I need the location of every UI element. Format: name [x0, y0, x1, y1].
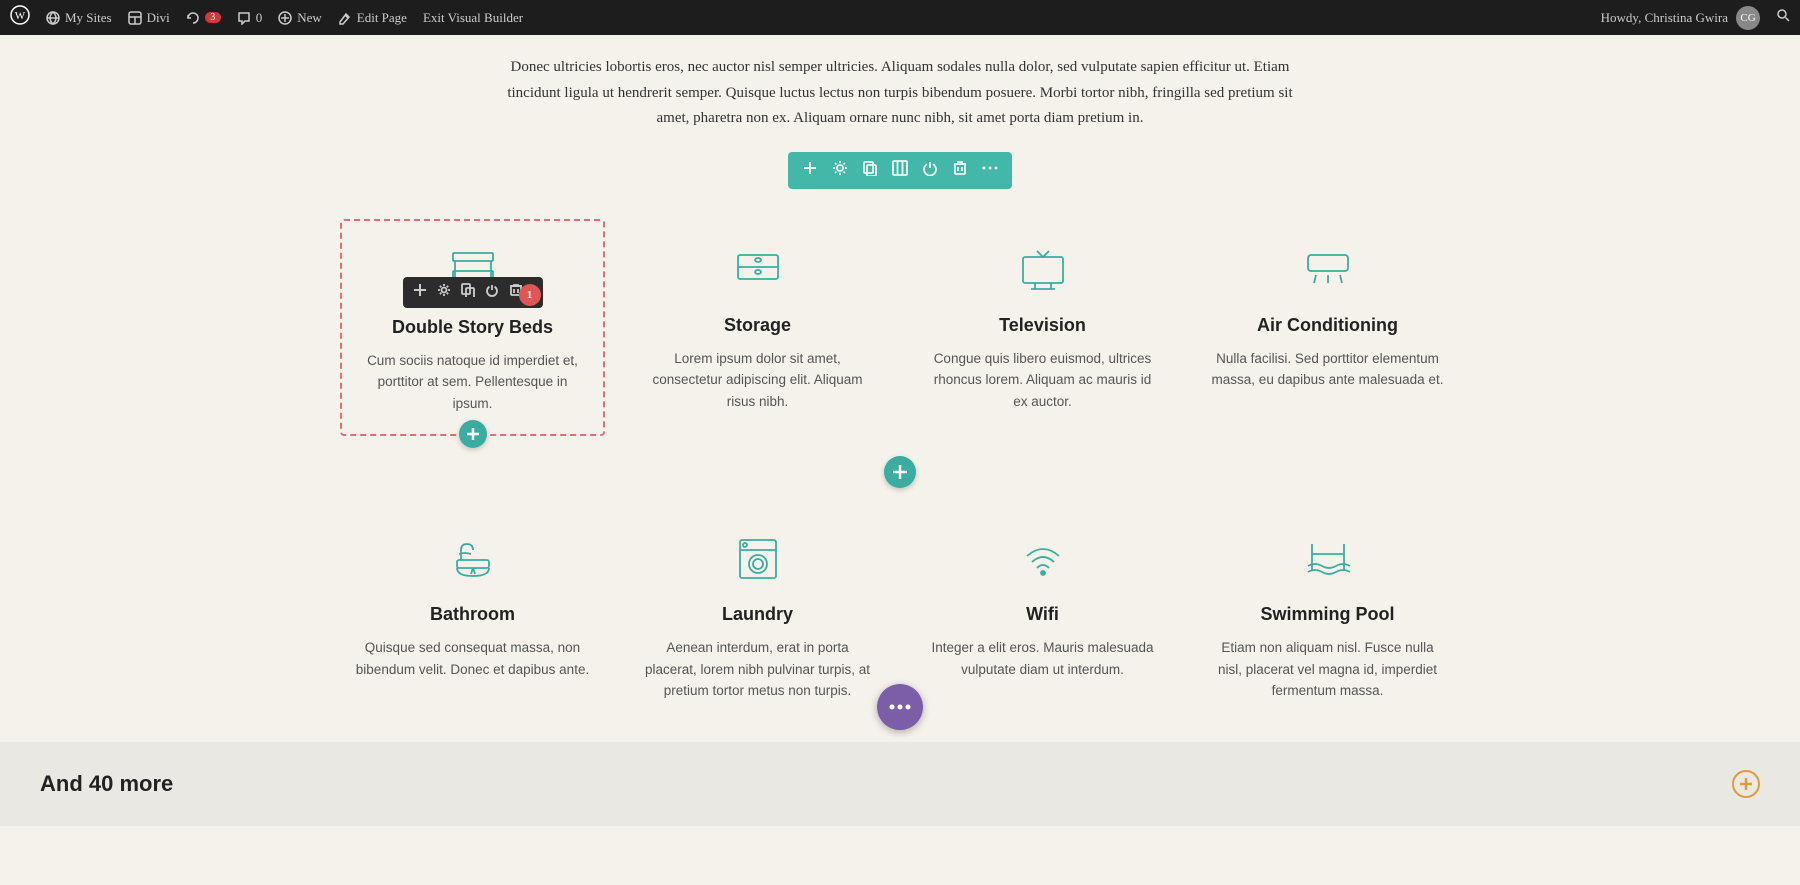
bathroom-title: Bathroom: [355, 604, 590, 625]
television-desc: Congue quis libero euismod, ultrices rho…: [925, 348, 1160, 413]
storage-title: Storage: [640, 315, 875, 336]
admin-bar: W My Sites Divi 3 0 New Edit Page Exit V…: [0, 0, 1800, 35]
laundry-title: Laundry: [640, 604, 875, 625]
toolbar-columns-icon[interactable]: [892, 160, 908, 181]
search-icon[interactable]: [1776, 8, 1790, 27]
module-toolbar: [788, 152, 1012, 189]
wifi-desc: Integer a elit eros. Mauris malesuada vu…: [925, 637, 1160, 680]
inline-power-icon[interactable]: [485, 283, 499, 302]
admin-bar-right: Howdy, Christina Gwira CG: [1601, 6, 1790, 30]
storage-icon: [640, 239, 875, 299]
wifi-title: Wifi: [925, 604, 1160, 625]
air-conditioning-icon: [1210, 239, 1445, 299]
intro-paragraph: Donec ultricies lobortis eros, nec aucto…: [480, 55, 1320, 132]
feature-double-story-beds[interactable]: 1 Double Story Beds Cum sociis natoque i…: [340, 219, 605, 437]
and-more-add-btn[interactable]: [1732, 770, 1760, 798]
toolbar-add-icon[interactable]: [802, 160, 818, 181]
user-avatar[interactable]: CG: [1736, 6, 1760, 30]
edit-page-btn[interactable]: Edit Page: [338, 10, 407, 26]
toolbar-more-icon[interactable]: [982, 160, 998, 181]
wifi-icon: [925, 528, 1160, 588]
feature-laundry[interactable]: Laundry Aenean interdum, erat in porta p…: [625, 508, 890, 722]
my-sites-menu[interactable]: My Sites: [46, 10, 112, 26]
swimming-pool-desc: Etiam non aliquam nisl. Fusce nulla nisl…: [1210, 637, 1445, 702]
toolbar-settings-icon[interactable]: [832, 160, 848, 181]
double-story-beds-desc: Cum sociis natoque id imperdiet et, port…: [357, 350, 588, 415]
feature-television[interactable]: Television Congue quis libero euismod, u…: [910, 219, 1175, 437]
comments-menu[interactable]: 0: [237, 10, 263, 26]
double-story-beds-title: Double Story Beds: [357, 317, 588, 338]
more-options-btn[interactable]: [877, 684, 923, 730]
bathroom-icon: [355, 528, 590, 588]
updates-menu[interactable]: 3: [186, 11, 221, 25]
laundry-icon: [640, 528, 875, 588]
television-title: Television: [925, 315, 1160, 336]
new-menu[interactable]: New: [278, 10, 322, 26]
and-more-title: And 40 more: [40, 771, 173, 797]
divi-menu[interactable]: Divi: [128, 10, 170, 26]
module-toolbar-wrapper: [0, 152, 1800, 189]
add-row-btn-1[interactable]: [884, 456, 916, 488]
air-conditioning-desc: Nulla facilisi. Sed porttitor elementum …: [1210, 348, 1445, 391]
laundry-desc: Aenean interdum, erat in porta placerat,…: [640, 637, 875, 702]
inline-element-toolbar: 1: [403, 277, 543, 308]
notification-badge: 1: [519, 284, 541, 306]
feature-storage[interactable]: Storage Lorem ipsum dolor sit amet, cons…: [625, 219, 890, 437]
add-sub-btn[interactable]: [459, 420, 487, 448]
and-more-section: And 40 more: [0, 742, 1800, 826]
feature-air-conditioning[interactable]: Air Conditioning Nulla facilisi. Sed por…: [1195, 219, 1460, 437]
inline-add-icon[interactable]: [413, 283, 427, 302]
feature-swimming-pool[interactable]: Swimming Pool Etiam non aliquam nisl. Fu…: [1195, 508, 1460, 722]
features-section: 1 Double Story Beds Cum sociis natoque i…: [300, 219, 1500, 723]
svg-text:W: W: [15, 10, 26, 22]
toolbar-clone-icon[interactable]: [862, 160, 878, 181]
wp-logo[interactable]: W: [10, 5, 30, 31]
television-icon: [925, 239, 1160, 299]
inline-clone-icon[interactable]: [461, 283, 475, 302]
feature-wifi[interactable]: Wifi Integer a elit eros. Mauris malesua…: [910, 508, 1175, 722]
toolbar-power-icon[interactable]: [922, 160, 938, 181]
air-conditioning-title: Air Conditioning: [1210, 315, 1445, 336]
inline-settings-icon[interactable]: [437, 283, 451, 302]
features-row-1: 1 Double Story Beds Cum sociis natoque i…: [340, 219, 1460, 437]
exit-visual-builder-btn[interactable]: Exit Visual Builder: [423, 10, 523, 26]
add-row-btn-1-wrapper: [340, 456, 1460, 488]
swimming-pool-icon: [1210, 528, 1445, 588]
storage-desc: Lorem ipsum dolor sit amet, consectetur …: [640, 348, 875, 413]
swimming-pool-title: Swimming Pool: [1210, 604, 1445, 625]
toolbar-delete-icon[interactable]: [952, 160, 968, 181]
bathroom-desc: Quisque sed consequat massa, non bibendu…: [355, 637, 590, 680]
user-greeting: Howdy, Christina Gwira: [1601, 10, 1728, 26]
feature-bathroom[interactable]: Bathroom Quisque sed consequat massa, no…: [340, 508, 605, 722]
